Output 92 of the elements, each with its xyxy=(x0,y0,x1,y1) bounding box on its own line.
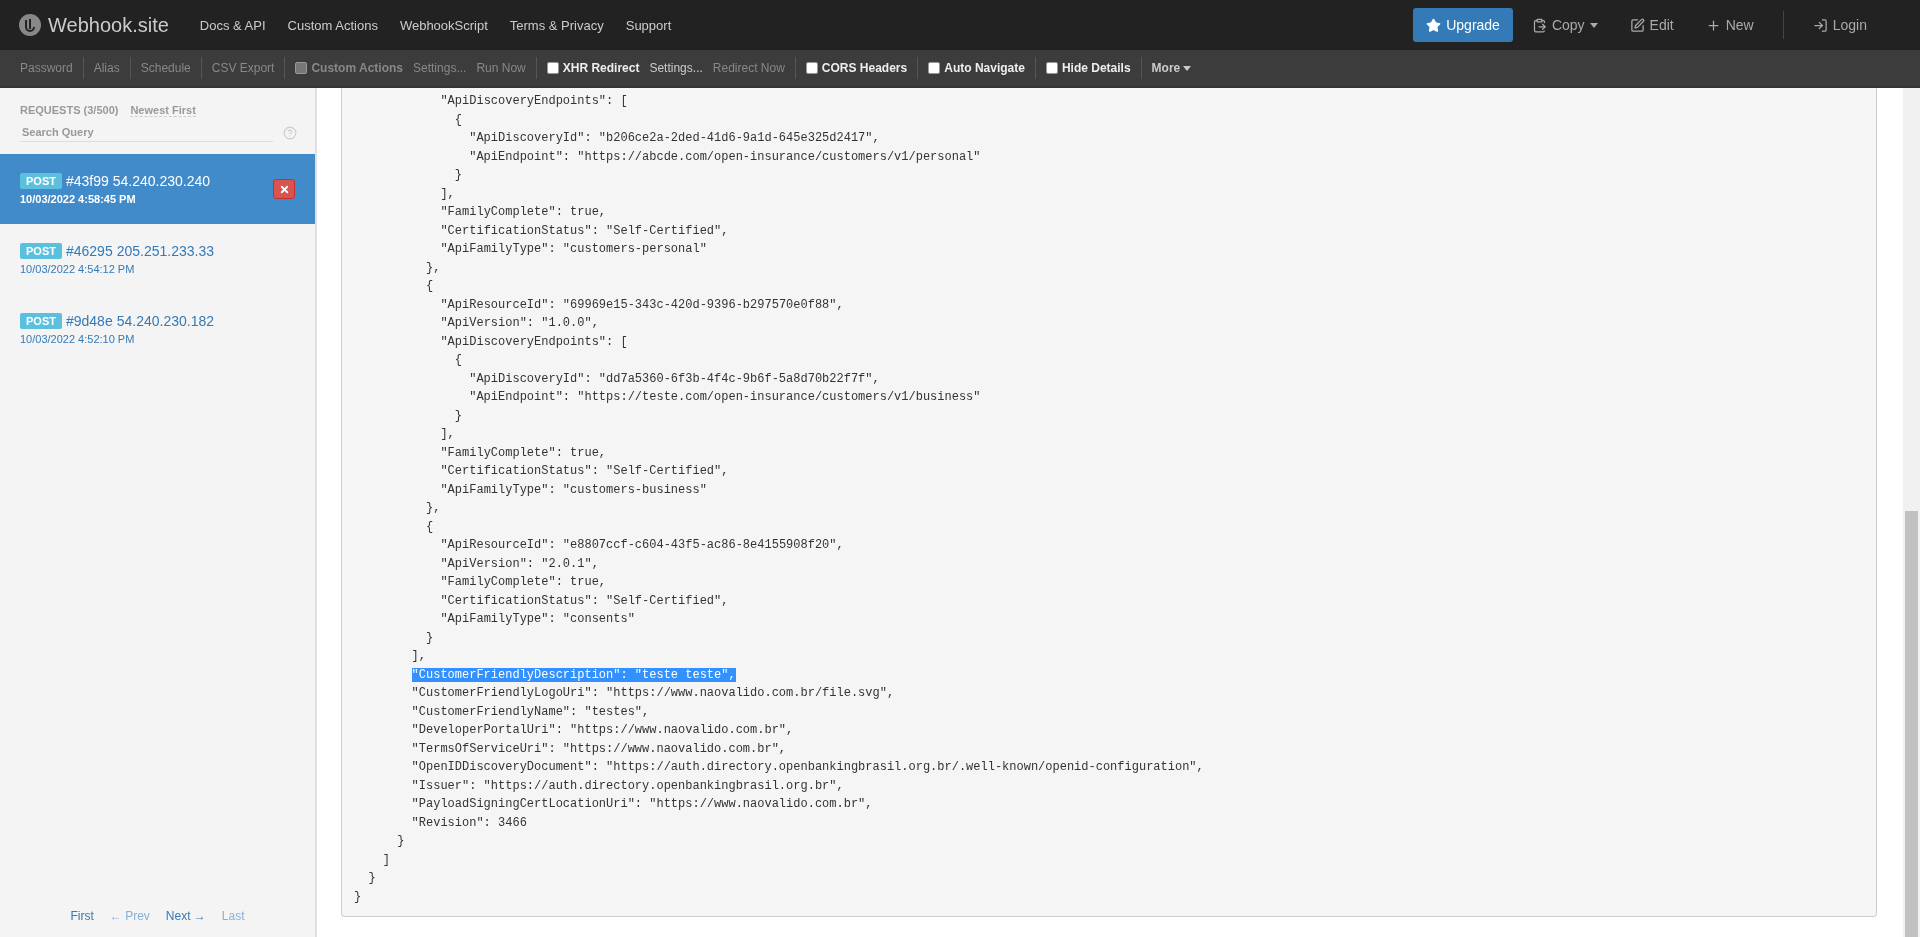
plus-icon xyxy=(1705,17,1721,33)
close-icon xyxy=(278,183,290,195)
code-line: ] xyxy=(381,851,391,869)
brand-name[interactable]: Webhook.site xyxy=(48,13,169,37)
code-line: "ApiResourceId": "e8807ccf-c604-43f5-ac86-8e4155908f20", xyxy=(439,537,845,554)
code-line: "ApiDiscoveryId": "b206ce2a-2ded-41d6-9a1d-645e325d2417", xyxy=(468,130,881,147)
method-badge: POST xyxy=(20,243,62,259)
code-line: "ApiResourceId": "69969e15-343c-420d-9396-b297570e0f88", xyxy=(439,296,845,314)
code-line: }, xyxy=(425,259,442,277)
code-line: ], xyxy=(410,648,427,665)
checkbox-option[interactable]: Hide Details xyxy=(1045,61,1131,75)
code-line: } xyxy=(396,833,406,850)
caret-icon xyxy=(1589,22,1598,28)
code-line: "ApiEndpoint": "https://teste.com/open-insurance/customers/v1/business" xyxy=(468,389,982,406)
code-line: } xyxy=(453,407,464,425)
code-line: "CertificationStatus": "Self-Certified", xyxy=(439,463,730,480)
star-icon xyxy=(1426,17,1442,33)
code-line: { xyxy=(425,278,435,295)
delete-button[interactable] xyxy=(273,179,295,199)
code-line: ], xyxy=(439,426,456,443)
code-line: "ApiEndpoint": "https://abcde.com/open-insurance/customers/v1/personal" xyxy=(468,148,982,166)
request-item[interactable]: POST #9d48e 54.240.230.182 10/03/2022 4:52:10 PM xyxy=(0,294,315,364)
nav-link[interactable]: Support xyxy=(614,17,683,33)
request-item[interactable]: POST #43f99 54.240.230.240 10/03/2022 4:58:45 PM xyxy=(0,154,315,224)
code-line: } xyxy=(367,870,377,887)
scrollbar[interactable] xyxy=(1903,88,1920,937)
nav-button[interactable]: Edit xyxy=(1616,8,1687,42)
code-line: { xyxy=(425,518,435,536)
request-ip: 54.240.230.240 xyxy=(112,173,211,189)
request-id: #9d48e xyxy=(65,313,113,329)
code-line: "ApiVersion": "1.0.0", xyxy=(439,315,600,332)
code-line: "CustomerFriendlyLogoUri": "https://www.naovalido.com.br/file.svg", xyxy=(410,685,896,702)
help-icon[interactable] xyxy=(283,125,297,140)
request-time: 10/03/2022 4:52:10 PM xyxy=(20,333,136,345)
method-badge: POST xyxy=(20,173,62,189)
code-line: "ApiFamilyType": "customers-business" xyxy=(439,481,708,499)
pagination-link[interactable]: First xyxy=(70,909,94,923)
code-line: "CustomerFriendlyName": "testes", xyxy=(410,703,651,721)
nav-button[interactable]: Upgrade xyxy=(1413,8,1513,42)
request-id: #46295 xyxy=(65,243,113,259)
requests-title: REQUESTS (3/500) xyxy=(20,104,119,117)
nav-link[interactable]: Terms & Privacy xyxy=(498,17,615,33)
nav-link[interactable]: Custom Actions xyxy=(276,17,389,33)
request-id: #43f99 xyxy=(65,173,109,189)
code-line: "CertificationStatus": "Self-Certified", xyxy=(439,592,730,610)
checkbox-option[interactable]: XHR Redirect xyxy=(546,61,640,75)
checkbox-option[interactable]: Auto Navigate xyxy=(928,61,1025,75)
method-badge: POST xyxy=(20,313,62,329)
code-line: { xyxy=(453,111,464,129)
sort-link[interactable]: Newest First xyxy=(130,104,196,117)
code-line: "PayloadSigningCertLocationUri": "https://www.naovalido.com.br", xyxy=(410,796,874,813)
request-ip: 54.240.230.182 xyxy=(116,313,214,329)
edit-icon xyxy=(1629,17,1645,33)
code-line: "ApiFamilyType": "consents" xyxy=(439,611,636,628)
code-line: "FamilyComplete": true, xyxy=(439,204,608,221)
code-line: "TermsOfServiceUri": "https://www.naovalido.com.br", xyxy=(410,740,788,758)
code-line: "DeveloperPortalUri": "https://www.naovalido.com.br", xyxy=(410,722,795,739)
code-line: "ApiVersion": "2.0.1", xyxy=(439,555,600,573)
request-ip: 205.251.233.33 xyxy=(116,243,214,259)
code-line: { xyxy=(453,352,464,369)
code-line: } xyxy=(354,888,363,906)
search-field[interactable]: Search Query xyxy=(20,123,273,142)
code-line: } xyxy=(425,629,435,647)
code-line: "OpenIDDiscoveryDocument": "https://auth.directory.openbankingbrasil.org.br/.well-known/openid-configuration", xyxy=(410,759,1205,776)
toolbar-link[interactable]: Settings... xyxy=(649,61,703,75)
nav-button[interactable]: Login xyxy=(1799,8,1880,42)
code-line: "FamilyComplete": true, xyxy=(439,444,608,462)
dropdown-button[interactable]: Copy xyxy=(1518,8,1611,42)
code-line: } xyxy=(453,167,464,184)
nav-button[interactable]: New xyxy=(1692,8,1767,42)
request-time: 10/03/2022 4:54:12 PM xyxy=(20,263,136,275)
code-line: "CertificationStatus": "Self-Certified", xyxy=(439,222,730,240)
code-line: "Issuer": "https://auth.directory.openbankingbrasil.org.br", xyxy=(410,777,845,795)
code-line: }, xyxy=(425,500,442,517)
logo-icon xyxy=(18,13,42,37)
dropdown-menu[interactable]: More xyxy=(1151,61,1192,75)
nav-link[interactable]: WebhookScript xyxy=(388,17,499,33)
pagination-link[interactable]: Next → xyxy=(165,909,206,923)
code-line: "FamilyComplete": true, xyxy=(439,574,608,591)
code-line: ], xyxy=(439,185,456,203)
clipboard-icon xyxy=(1531,17,1547,33)
caret-icon xyxy=(1183,65,1192,71)
request-time: 10/03/2022 4:58:45 PM xyxy=(20,193,137,205)
code-line: "Revision": 3466 xyxy=(410,814,528,832)
request-item[interactable]: POST #46295 205.251.233.33 10/03/2022 4:54:12 PM xyxy=(0,224,315,294)
nav-link[interactable]: Docs & API xyxy=(188,17,277,33)
code-line: "ApiDiscoveryEndpoints": [ xyxy=(439,93,629,110)
checkbox-option[interactable]: CORS Headers xyxy=(805,61,908,75)
code-line: "ApiFamilyType": "customers-personal" xyxy=(439,241,708,258)
code-line: "ApiDiscoveryEndpoints": [ xyxy=(439,333,629,351)
code-line: "ApiDiscoveryId": "dd7a5360-6f3b-4f4c-9b6f-5a8d70b22f7f", xyxy=(468,370,881,388)
login-icon xyxy=(1812,17,1828,33)
